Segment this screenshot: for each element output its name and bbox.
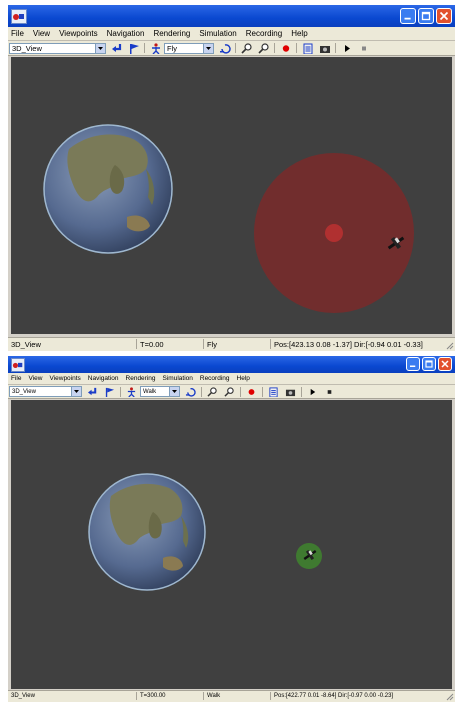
status-separator xyxy=(203,692,204,700)
zoom-out-icon[interactable] xyxy=(257,42,270,54)
menu-rendering[interactable]: Rendering xyxy=(153,29,190,38)
maximize-icon[interactable] xyxy=(422,357,436,371)
dropdown-arrow-icon[interactable] xyxy=(95,43,105,53)
flag-icon[interactable] xyxy=(103,386,116,398)
menu-recording[interactable]: Recording xyxy=(246,29,282,38)
earth-icon xyxy=(43,124,173,254)
status-view: 3D_View xyxy=(11,340,41,349)
app-window-bottom: File View Viewpoints Navigation Renderin… xyxy=(8,356,455,702)
menu-rendering[interactable]: Rendering xyxy=(126,375,156,382)
3d-viewport[interactable] xyxy=(11,57,452,334)
resize-grip-icon[interactable] xyxy=(446,342,454,350)
app-icon[interactable] xyxy=(11,358,25,372)
zoom-in-icon[interactable] xyxy=(206,386,219,398)
status-separator xyxy=(270,692,271,700)
toolbar-separator xyxy=(335,43,336,53)
menu-viewpoints[interactable]: Viewpoints xyxy=(49,375,80,382)
record-icon[interactable] xyxy=(245,386,258,398)
walker-icon[interactable] xyxy=(125,386,138,398)
menu-simulation[interactable]: Simulation xyxy=(163,375,193,382)
menu-bar: File View Viewpoints Navigation Renderin… xyxy=(8,27,455,41)
menu-recording[interactable]: Recording xyxy=(200,375,230,382)
status-separator xyxy=(270,339,271,349)
play-icon[interactable] xyxy=(340,42,353,54)
nav-mode-select-value: Fly xyxy=(167,43,177,53)
nav-mode-select-value: Walk xyxy=(143,388,157,395)
toolbar-separator xyxy=(144,43,145,53)
toolbar-separator xyxy=(201,386,202,397)
viewpoint-select-value: 3D_View xyxy=(12,388,36,395)
stop-icon[interactable] xyxy=(323,386,336,398)
dropdown-arrow-icon[interactable] xyxy=(203,43,213,53)
status-mode: Fly xyxy=(207,340,217,349)
toolbar-separator xyxy=(274,43,275,53)
menu-view[interactable]: View xyxy=(28,375,42,382)
zoom-in-icon[interactable] xyxy=(240,42,253,54)
3d-viewport[interactable] xyxy=(11,400,452,689)
resize-grip-icon[interactable] xyxy=(446,693,454,701)
toolbar-separator xyxy=(240,386,241,397)
status-pos-dir: Pos:[423.13 0.08 -1.37] Dir:[-0.94 0.01 … xyxy=(274,340,423,349)
toolbar-separator xyxy=(120,386,121,397)
toolbar-separator xyxy=(296,43,297,53)
status-separator xyxy=(136,692,137,700)
status-view: 3D_View xyxy=(11,693,35,699)
menu-file[interactable]: File xyxy=(11,29,24,38)
camera-icon[interactable] xyxy=(318,42,331,54)
menu-bar: File View Viewpoints Navigation Renderin… xyxy=(8,373,455,385)
nav-mode-select[interactable]: Fly xyxy=(164,42,214,54)
viewpoint-select[interactable]: 3D_View xyxy=(9,386,82,397)
viewpoint-select-value: 3D_View xyxy=(12,43,42,53)
menu-file[interactable]: File xyxy=(11,375,21,382)
close-icon[interactable] xyxy=(438,357,452,371)
status-separator xyxy=(136,339,137,349)
clipboard-icon[interactable] xyxy=(301,42,314,54)
app-window-top: File View Viewpoints Navigation Renderin… xyxy=(8,5,455,351)
undo-icon[interactable] xyxy=(184,386,197,398)
close-icon[interactable] xyxy=(436,8,452,24)
title-bar[interactable] xyxy=(8,356,455,373)
minimize-icon[interactable] xyxy=(400,8,416,24)
status-time: T=0.00 xyxy=(140,340,164,349)
toolbar-separator xyxy=(301,386,302,397)
status-mode: Walk xyxy=(207,693,221,699)
status-bar: 3D_View T=0.00 Fly Pos:[423.13 0.08 -1.3… xyxy=(8,337,455,351)
return-arrow-icon[interactable] xyxy=(110,42,123,54)
menu-navigation[interactable]: Navigation xyxy=(88,375,119,382)
menu-simulation[interactable]: Simulation xyxy=(199,29,236,38)
camera-icon[interactable] xyxy=(284,386,297,398)
menu-view[interactable]: View xyxy=(33,29,50,38)
status-bar: 3D_View T=300.00 Walk Pos:[422.77 0.01 -… xyxy=(8,690,455,702)
menu-navigation[interactable]: Navigation xyxy=(107,29,145,38)
stop-icon[interactable] xyxy=(357,42,370,54)
clipboard-icon[interactable] xyxy=(267,386,280,398)
flag-icon[interactable] xyxy=(127,42,140,54)
nav-mode-select[interactable]: Walk xyxy=(140,386,180,397)
viewpoint-select[interactable]: 3D_View xyxy=(9,42,106,54)
toolbar-separator xyxy=(235,43,236,53)
title-bar[interactable] xyxy=(8,5,455,27)
menu-viewpoints[interactable]: Viewpoints xyxy=(59,29,98,38)
zoom-out-icon[interactable] xyxy=(223,386,236,398)
record-icon[interactable] xyxy=(279,42,292,54)
undo-icon[interactable] xyxy=(218,42,231,54)
return-arrow-icon[interactable] xyxy=(86,386,99,398)
app-icon[interactable] xyxy=(11,9,27,24)
menu-help[interactable]: Help xyxy=(237,375,250,382)
status-separator xyxy=(203,339,204,349)
status-time: T=300.00 xyxy=(140,693,166,699)
maximize-icon[interactable] xyxy=(418,8,434,24)
menu-help[interactable]: Help xyxy=(291,29,307,38)
toolbar: 3D_View Fly xyxy=(8,41,455,56)
toolbar: 3D_View Walk xyxy=(8,385,455,399)
target-sphere-core xyxy=(325,224,343,242)
minimize-icon[interactable] xyxy=(406,357,420,371)
toolbar-separator xyxy=(262,386,263,397)
play-icon[interactable] xyxy=(306,386,319,398)
earth-icon xyxy=(88,473,206,591)
walker-icon[interactable] xyxy=(149,42,162,54)
dropdown-arrow-icon[interactable] xyxy=(71,387,81,396)
dropdown-arrow-icon[interactable] xyxy=(169,387,179,396)
status-pos-dir: Pos:[422.77 0.01 -8.64] Dir:[-0.97 0.00 … xyxy=(274,693,394,699)
